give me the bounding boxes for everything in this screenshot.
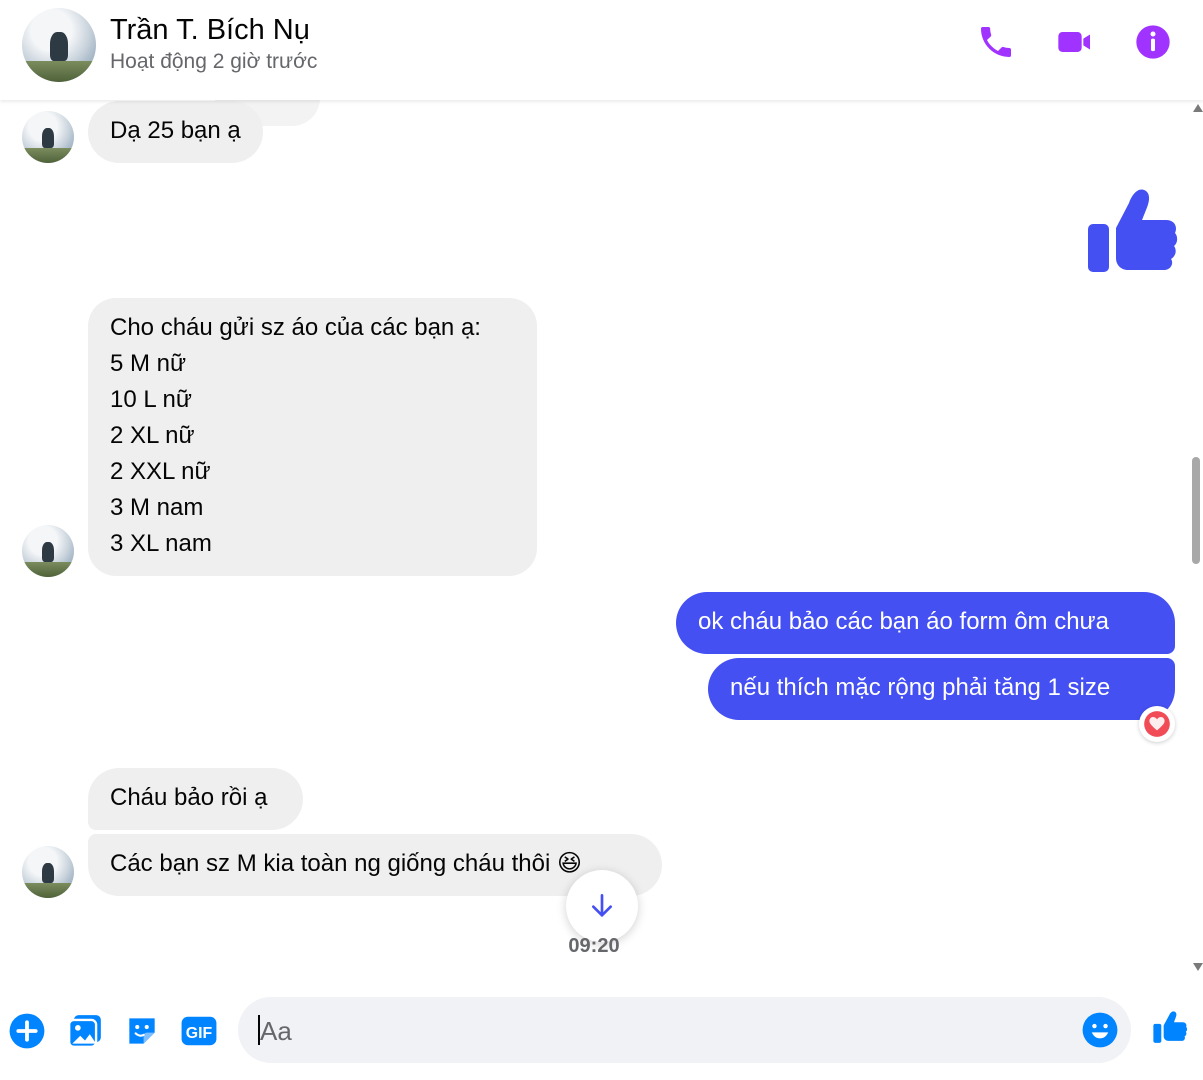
plus-icon[interactable] <box>8 1012 46 1050</box>
arrow-down-icon <box>592 894 612 917</box>
sender-avatar[interactable] <box>22 525 74 577</box>
sender-avatar[interactable] <box>22 111 74 163</box>
incoming-message[interactable]: Cho cháu gửi sz áo của các bạn ạ: 5 M nữ… <box>88 298 537 576</box>
scrollbar[interactable] <box>1191 100 1203 975</box>
outgoing-message[interactable]: ok cháu bảo các bạn áo form ôm chưa <box>676 592 1175 654</box>
outgoing-message[interactable]: nếu thích mặc rộng phải tăng 1 size <box>708 658 1175 720</box>
photo-icon[interactable] <box>66 1012 104 1050</box>
incoming-message[interactable]: Dạ 25 bạn ạ <box>88 101 263 163</box>
info-icon[interactable] <box>1133 22 1173 62</box>
scrollbar-thumb[interactable] <box>1192 457 1200 564</box>
thumbs-up-sticker-icon[interactable] <box>1086 186 1178 276</box>
contact-avatar[interactable] <box>22 8 96 82</box>
phone-icon[interactable] <box>976 22 1016 62</box>
contact-status: Hoạt động 2 giờ trước <box>110 50 318 73</box>
message-input-box[interactable] <box>238 997 1131 1065</box>
sticker-icon[interactable] <box>123 1012 161 1050</box>
scroll-to-bottom-button[interactable] <box>566 870 638 942</box>
chat-header: Trần T. Bích Nụ Hoạt động 2 giờ trước <box>0 0 1203 100</box>
scroll-down-arrow-icon[interactable] <box>1193 963 1203 971</box>
message-input[interactable] <box>258 997 1082 1065</box>
message-timestamp: 09:20 <box>568 935 620 957</box>
incoming-message[interactable]: Cháu bảo rồi ạ <box>88 768 303 830</box>
text-caret <box>258 1015 260 1045</box>
video-call-icon[interactable] <box>1055 22 1095 62</box>
contact-name[interactable]: Trần T. Bích Nụ <box>110 14 310 47</box>
sender-avatar[interactable] <box>22 846 74 898</box>
emoji-icon[interactable] <box>1081 1011 1119 1049</box>
gif-icon[interactable]: GIF <box>180 1012 218 1050</box>
svg-text:GIF: GIF <box>186 1025 213 1042</box>
thumbs-up-icon[interactable] <box>1151 1008 1193 1050</box>
scroll-up-arrow-icon[interactable] <box>1193 104 1203 112</box>
heart-reaction-icon[interactable] <box>1139 706 1175 742</box>
